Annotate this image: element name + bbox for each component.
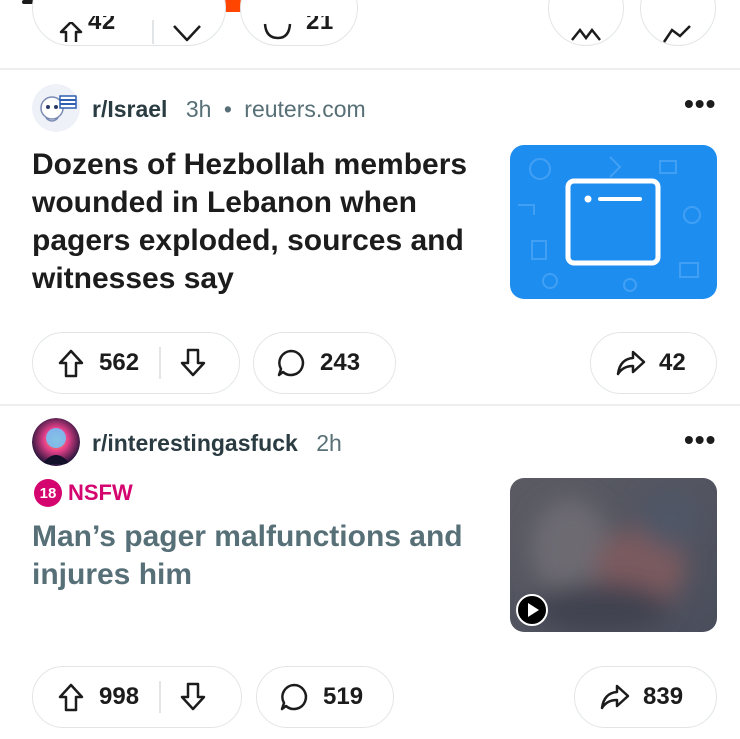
link-domain[interactable]: reuters.com — [244, 96, 365, 122]
award-icon — [570, 26, 602, 49]
share-button[interactable]: 42 — [590, 332, 717, 394]
vote-pill: 998 — [32, 666, 242, 728]
share-icon — [662, 24, 694, 49]
share-count: 42 — [659, 349, 686, 376]
meta-separator: • — [223, 96, 232, 122]
upvote-icon[interactable] — [57, 348, 85, 378]
more-options-icon[interactable]: ••• — [684, 88, 716, 120]
subreddit-name[interactable]: r/Israel — [92, 96, 167, 122]
subreddit-avatar[interactable] — [32, 418, 80, 466]
upvote-count: 42 — [88, 16, 116, 35]
vote-pill: 562 — [32, 332, 240, 394]
post-title-line: injures him — [32, 558, 193, 591]
post-age: 2h — [316, 430, 342, 456]
comment-count: 519 — [323, 683, 364, 710]
vote-separator — [159, 347, 161, 379]
post-card[interactable]: r/Israel 3h • reuters.com ••• Dozens of … — [0, 70, 740, 404]
share-icon — [615, 348, 647, 378]
vote-separator — [159, 681, 161, 713]
comment-count: 21 — [306, 16, 334, 35]
comments-pill[interactable] — [240, 0, 358, 46]
comment-count: 243 — [320, 349, 361, 376]
post-card[interactable]: r/interestingasfuck 2h ••• 18 NSFW Man’s… — [0, 406, 740, 739]
comments-button[interactable]: 243 — [253, 332, 396, 394]
more-options-icon[interactable]: ••• — [684, 424, 716, 456]
share-button[interactable]: 839 — [574, 666, 717, 728]
post-title-line: Man’s pager malfunctions and — [32, 520, 463, 553]
post-title[interactable]: Dozens of Hezbollah members wounded in L… — [32, 146, 500, 298]
upvote-count: 562 — [99, 349, 140, 376]
previous-post-actions: 42 21 — [0, 0, 740, 62]
downvote-icon[interactable] — [172, 24, 202, 49]
share-icon — [599, 682, 631, 712]
nsfw-18-icon: 18 — [34, 479, 62, 507]
post-title-line: Dozens of Hezbollah members — [32, 148, 468, 181]
post-thumbnail[interactable] — [510, 478, 717, 632]
comment-icon — [262, 22, 292, 47]
nsfw-label: NSFW — [68, 480, 133, 505]
nsfw-tag: 18 NSFW — [34, 478, 133, 508]
comment-icon — [279, 682, 309, 712]
upvote-icon[interactable] — [58, 20, 84, 47]
post-title-line: wounded in Lebanon when — [32, 186, 417, 219]
comment-icon — [276, 348, 306, 378]
downvote-icon[interactable] — [179, 682, 207, 712]
share-count: 839 — [643, 683, 684, 710]
downvote-icon[interactable] — [179, 348, 207, 378]
vote-separator — [152, 20, 154, 44]
post-thumbnail[interactable] — [510, 145, 717, 299]
video-play-icon[interactable] — [516, 594, 548, 631]
comments-button[interactable]: 519 — [256, 666, 394, 728]
post-meta: r/interestingasfuck 2h — [92, 430, 342, 457]
post-meta: r/Israel 3h • reuters.com — [92, 96, 366, 123]
post-age: 3h — [185, 96, 212, 122]
upvote-count: 998 — [99, 683, 140, 710]
post-title[interactable]: Man’s pager malfunctions and injures him — [32, 518, 500, 594]
post-title-line: witnesses say — [32, 262, 234, 295]
subreddit-avatar[interactable] — [32, 84, 80, 132]
post-title-line: pagers exploded, sources and — [32, 224, 464, 257]
upvote-icon[interactable] — [57, 682, 85, 712]
subreddit-name[interactable]: r/interestingasfuck — [92, 430, 298, 456]
